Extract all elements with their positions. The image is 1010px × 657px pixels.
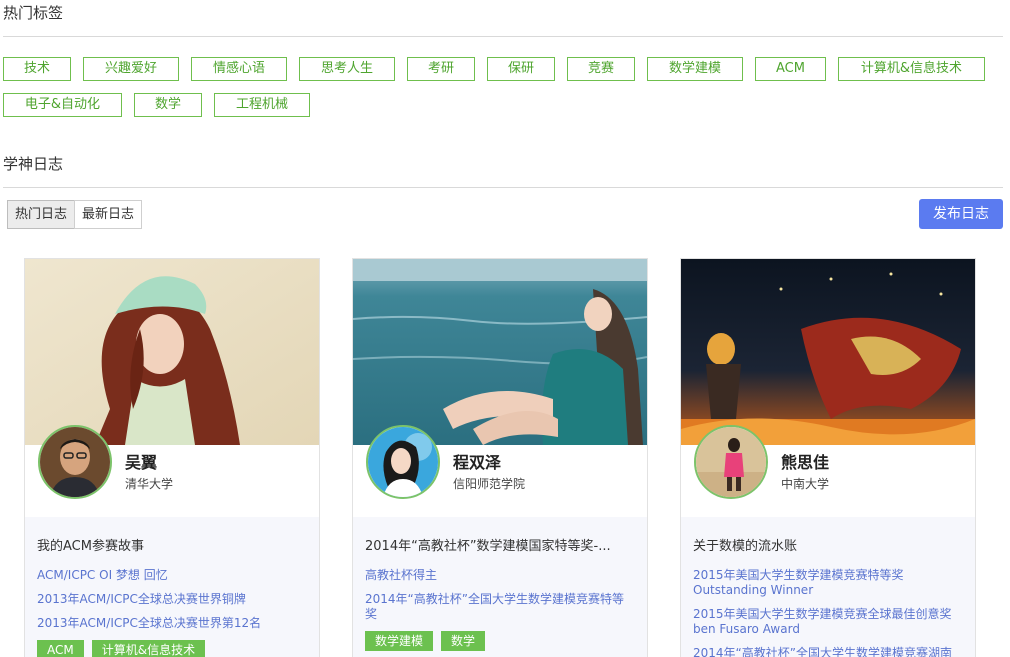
tag-kaoyan[interactable]: 考研 [407, 57, 475, 81]
journal-card[interactable]: 程双泽 信阳师范学院 2014年“高教社杯”数学建模国家特等奖-... 高教社杯… [352, 258, 648, 657]
tag-computer-it[interactable]: 计算机&信息技术 [838, 57, 985, 81]
card-tag[interactable]: 计算机&信息技术 [91, 640, 206, 657]
hot-tags-title: 热门标签 [3, 4, 64, 22]
author-name[interactable]: 熊思佳 [781, 449, 829, 473]
tag-math-modeling[interactable]: 数学建模 [647, 57, 743, 81]
card-tag[interactable]: ACM [37, 640, 84, 657]
post-link[interactable]: 2015年美国大学生数学建模竞赛全球最佳创意奖 ben Fusaro Award [693, 607, 963, 637]
card-body: 我的ACM参赛故事 ACM/ICPC OI 梦想 回忆 2013年ACM/ICP… [25, 517, 319, 657]
author-name[interactable]: 程双泽 [453, 449, 501, 473]
tag-acm[interactable]: ACM [755, 57, 826, 81]
tag-engineering[interactable]: 工程机械 [214, 93, 310, 117]
post-link[interactable]: 2013年ACM/ICPC全球总决赛世界铜牌 [37, 592, 307, 607]
post-link[interactable]: 2015年美国大学生数学建模竞赛特等奖 Outstanding Winner [693, 568, 963, 598]
post-link[interactable]: 2014年“高教社杯”全国大学生数学建模竞赛特等奖 [365, 592, 635, 622]
tag-tech[interactable]: 技术 [3, 57, 71, 81]
post-title[interactable]: 2014年“高教社杯”数学建模国家特等奖-... [365, 535, 635, 554]
author-school: 中南大学 [781, 477, 830, 491]
journal-divider [3, 187, 1003, 188]
tab-hot-journal[interactable]: 热门日志 [7, 200, 76, 229]
card-tags: 数学建模 数学 [365, 631, 635, 651]
hot-tags-divider [3, 36, 1003, 37]
post-title[interactable]: 关于数模的流水账 [693, 535, 963, 554]
author-avatar[interactable] [366, 425, 440, 499]
card-tag[interactable]: 数学 [441, 631, 486, 651]
journal-title: 学神日志 [3, 155, 64, 173]
post-link[interactable]: 2013年ACM/ICPC全球总决赛世界第12名 [37, 616, 307, 631]
card-tag[interactable]: 数学建模 [365, 631, 434, 651]
tag-competition[interactable]: 竞赛 [567, 57, 635, 81]
post-link[interactable]: 2014年“高教社杯”全国大学生数学建模竞赛湖南 [693, 646, 963, 657]
author-school: 信阳师范学院 [453, 477, 526, 491]
journal-card[interactable]: 熊思佳 中南大学 关于数模的流水账 2015年美国大学生数学建模竞赛特等奖 Ou… [680, 258, 976, 657]
cover-image[interactable] [353, 259, 647, 445]
cover-image[interactable] [681, 259, 975, 445]
post-link[interactable]: 高教社杯得主 [365, 568, 635, 583]
author-avatar[interactable] [38, 425, 112, 499]
tag-baoyan[interactable]: 保研 [487, 57, 555, 81]
cover-image[interactable] [25, 259, 319, 445]
tag-electronics[interactable]: 电子&自动化 [3, 93, 122, 117]
card-body: 2014年“高教社杯”数学建模国家特等奖-... 高教社杯得主 2014年“高教… [353, 517, 647, 657]
publish-journal-button[interactable]: 发布日志 [919, 199, 1003, 229]
card-body: 关于数模的流水账 2015年美国大学生数学建模竞赛特等奖 Outstanding… [681, 517, 975, 657]
tag-math[interactable]: 数学 [134, 93, 202, 117]
tag-hobby[interactable]: 兴趣爱好 [83, 57, 179, 81]
tab-latest-journal[interactable]: 最新日志 [74, 200, 143, 229]
hot-tags-list: 技术 兴趣爱好 情感心语 思考人生 考研 保研 竞赛 数学建模 ACM 计算机&… [3, 57, 1008, 129]
journal-tabs: 热门日志 最新日志 [7, 200, 143, 229]
post-link[interactable]: ACM/ICPC OI 梦想 回忆 [37, 568, 307, 583]
author-avatar[interactable] [694, 425, 768, 499]
post-title[interactable]: 我的ACM参赛故事 [37, 535, 307, 554]
author-school: 清华大学 [125, 477, 174, 491]
author-name[interactable]: 吴翼 [125, 449, 157, 473]
tag-emotion[interactable]: 情感心语 [191, 57, 287, 81]
tag-life[interactable]: 思考人生 [299, 57, 395, 81]
card-tags: ACM 计算机&信息技术 [37, 640, 307, 657]
journal-card[interactable]: 吴翼 清华大学 我的ACM参赛故事 ACM/ICPC OI 梦想 回忆 2013… [24, 258, 320, 657]
